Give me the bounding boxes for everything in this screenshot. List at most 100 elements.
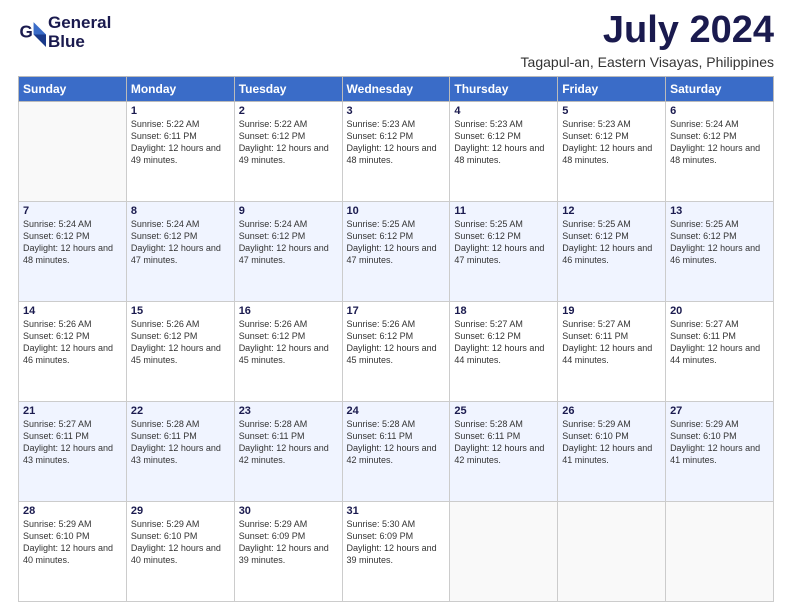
table-row: 15Sunrise: 5:26 AMSunset: 6:12 PMDayligh… <box>126 301 234 401</box>
day-info: Sunrise: 5:29 AMSunset: 6:09 PMDaylight:… <box>239 518 338 567</box>
day-info: Sunrise: 5:30 AMSunset: 6:09 PMDaylight:… <box>347 518 446 567</box>
table-row: 6Sunrise: 5:24 AMSunset: 6:12 PMDaylight… <box>666 101 774 201</box>
day-info: Sunrise: 5:24 AMSunset: 6:12 PMDaylight:… <box>670 118 769 167</box>
day-number: 2 <box>239 105 338 117</box>
day-number: 21 <box>23 405 122 417</box>
table-row: 29Sunrise: 5:29 AMSunset: 6:10 PMDayligh… <box>126 501 234 601</box>
col-friday: Friday <box>558 76 666 101</box>
table-row: 8Sunrise: 5:24 AMSunset: 6:12 PMDaylight… <box>126 201 234 301</box>
day-info: Sunrise: 5:27 AMSunset: 6:11 PMDaylight:… <box>23 418 122 467</box>
calendar-week-row: 1Sunrise: 5:22 AMSunset: 6:11 PMDaylight… <box>19 101 774 201</box>
title-block: July 2024 Tagapul-an, Eastern Visayas, P… <box>521 10 774 70</box>
day-info: Sunrise: 5:29 AMSunset: 6:10 PMDaylight:… <box>131 518 230 567</box>
table-row: 23Sunrise: 5:28 AMSunset: 6:11 PMDayligh… <box>234 401 342 501</box>
table-row: 20Sunrise: 5:27 AMSunset: 6:11 PMDayligh… <box>666 301 774 401</box>
day-info: Sunrise: 5:26 AMSunset: 6:12 PMDaylight:… <box>131 318 230 367</box>
day-number: 8 <box>131 205 230 217</box>
day-info: Sunrise: 5:24 AMSunset: 6:12 PMDaylight:… <box>23 218 122 267</box>
table-row <box>450 501 558 601</box>
day-info: Sunrise: 5:27 AMSunset: 6:11 PMDaylight:… <box>670 318 769 367</box>
page: G General Blue July 2024 Tagapul-an, Eas… <box>0 0 792 612</box>
table-row <box>666 501 774 601</box>
day-number: 18 <box>454 305 553 317</box>
table-row: 5Sunrise: 5:23 AMSunset: 6:12 PMDaylight… <box>558 101 666 201</box>
logo-line2: Blue <box>48 33 111 52</box>
logo-icon: G <box>18 19 46 47</box>
table-row: 19Sunrise: 5:27 AMSunset: 6:11 PMDayligh… <box>558 301 666 401</box>
header: G General Blue July 2024 Tagapul-an, Eas… <box>18 10 774 70</box>
day-number: 7 <box>23 205 122 217</box>
table-row: 14Sunrise: 5:26 AMSunset: 6:12 PMDayligh… <box>19 301 127 401</box>
day-number: 31 <box>347 505 446 517</box>
day-number: 16 <box>239 305 338 317</box>
day-info: Sunrise: 5:24 AMSunset: 6:12 PMDaylight:… <box>131 218 230 267</box>
logo: G General Blue <box>18 14 111 51</box>
day-info: Sunrise: 5:22 AMSunset: 6:11 PMDaylight:… <box>131 118 230 167</box>
col-wednesday: Wednesday <box>342 76 450 101</box>
day-number: 1 <box>131 105 230 117</box>
table-row: 30Sunrise: 5:29 AMSunset: 6:09 PMDayligh… <box>234 501 342 601</box>
table-row: 3Sunrise: 5:23 AMSunset: 6:12 PMDaylight… <box>342 101 450 201</box>
day-info: Sunrise: 5:25 AMSunset: 6:12 PMDaylight:… <box>670 218 769 267</box>
table-row: 10Sunrise: 5:25 AMSunset: 6:12 PMDayligh… <box>342 201 450 301</box>
day-info: Sunrise: 5:28 AMSunset: 6:11 PMDaylight:… <box>239 418 338 467</box>
main-title: July 2024 <box>521 10 774 52</box>
day-number: 30 <box>239 505 338 517</box>
day-info: Sunrise: 5:27 AMSunset: 6:11 PMDaylight:… <box>562 318 661 367</box>
table-row: 13Sunrise: 5:25 AMSunset: 6:12 PMDayligh… <box>666 201 774 301</box>
day-number: 17 <box>347 305 446 317</box>
day-number: 14 <box>23 305 122 317</box>
day-info: Sunrise: 5:28 AMSunset: 6:11 PMDaylight:… <box>131 418 230 467</box>
table-row: 2Sunrise: 5:22 AMSunset: 6:12 PMDaylight… <box>234 101 342 201</box>
day-info: Sunrise: 5:28 AMSunset: 6:11 PMDaylight:… <box>454 418 553 467</box>
calendar-week-row: 28 Sunrise: 5:29 AMSunset: 6:10 PMDayligh… <box>19 501 774 601</box>
table-row: 22Sunrise: 5:28 AMSunset: 6:11 PMDayligh… <box>126 401 234 501</box>
table-row: 12Sunrise: 5:25 AMSunset: 6:12 PMDayligh… <box>558 201 666 301</box>
day-number: 28 <box>23 505 122 517</box>
table-row: 4Sunrise: 5:23 AMSunset: 6:12 PMDaylight… <box>450 101 558 201</box>
table-row: 26Sunrise: 5:29 AMSunset: 6:10 PMDayligh… <box>558 401 666 501</box>
day-number: 19 <box>562 305 661 317</box>
table-row: 11Sunrise: 5:25 AMSunset: 6:12 PMDayligh… <box>450 201 558 301</box>
day-info: Sunrise: 5:25 AMSunset: 6:12 PMDaylight:… <box>562 218 661 267</box>
day-number: 4 <box>454 105 553 117</box>
day-number: 10 <box>347 205 446 217</box>
day-info: Sunrise: 5:23 AMSunset: 6:12 PMDaylight:… <box>347 118 446 167</box>
col-monday: Monday <box>126 76 234 101</box>
calendar-week-row: 7Sunrise: 5:24 AMSunset: 6:12 PMDaylight… <box>19 201 774 301</box>
svg-text:G: G <box>20 22 33 41</box>
day-info: Sunrise: 5:27 AMSunset: 6:12 PMDaylight:… <box>454 318 553 367</box>
day-info: Sunrise: 5:26 AMSunset: 6:12 PMDaylight:… <box>239 318 338 367</box>
day-info: Sunrise: 5:24 AMSunset: 6:12 PMDaylight:… <box>239 218 338 267</box>
table-row: 24Sunrise: 5:28 AMSunset: 6:11 PMDayligh… <box>342 401 450 501</box>
table-row: 28Sunrise: 5:29 AMSunset: 6:10 PMDayligh… <box>19 501 127 601</box>
day-number: 5 <box>562 105 661 117</box>
day-number: 25 <box>454 405 553 417</box>
day-info: Sunrise: 5:25 AMSunset: 6:12 PMDaylight:… <box>347 218 446 267</box>
day-number: 20 <box>670 305 769 317</box>
table-row: 9Sunrise: 5:24 AMSunset: 6:12 PMDaylight… <box>234 201 342 301</box>
table-row: 27Sunrise: 5:29 AMSunset: 6:10 PMDayligh… <box>666 401 774 501</box>
table-row <box>19 101 127 201</box>
day-number: 22 <box>131 405 230 417</box>
day-number: 3 <box>347 105 446 117</box>
day-info: Sunrise: 5:26 AMSunset: 6:12 PMDaylight:… <box>347 318 446 367</box>
table-row: 25Sunrise: 5:28 AMSunset: 6:11 PMDayligh… <box>450 401 558 501</box>
calendar-week-row: 14Sunrise: 5:26 AMSunset: 6:12 PMDayligh… <box>19 301 774 401</box>
day-number: 27 <box>670 405 769 417</box>
table-row <box>558 501 666 601</box>
day-info: Sunrise: 5:29 AMSunset: 6:10 PMDaylight:… <box>562 418 661 467</box>
day-number: 6 <box>670 105 769 117</box>
day-number: 29 <box>131 505 230 517</box>
day-info: Sunrise: 5:23 AMSunset: 6:12 PMDaylight:… <box>562 118 661 167</box>
day-info: Sunrise: 5:22 AMSunset: 6:12 PMDaylight:… <box>239 118 338 167</box>
day-number: 23 <box>239 405 338 417</box>
calendar-week-row: 21Sunrise: 5:27 AMSunset: 6:11 PMDayligh… <box>19 401 774 501</box>
table-row: 18Sunrise: 5:27 AMSunset: 6:12 PMDayligh… <box>450 301 558 401</box>
col-sunday: Sunday <box>19 76 127 101</box>
table-row: 17Sunrise: 5:26 AMSunset: 6:12 PMDayligh… <box>342 301 450 401</box>
calendar-header-row: Sunday Monday Tuesday Wednesday Thursday… <box>19 76 774 101</box>
day-info: Sunrise: 5:26 AMSunset: 6:12 PMDaylight:… <box>23 318 122 367</box>
table-row: 16Sunrise: 5:26 AMSunset: 6:12 PMDayligh… <box>234 301 342 401</box>
day-number: 9 <box>239 205 338 217</box>
